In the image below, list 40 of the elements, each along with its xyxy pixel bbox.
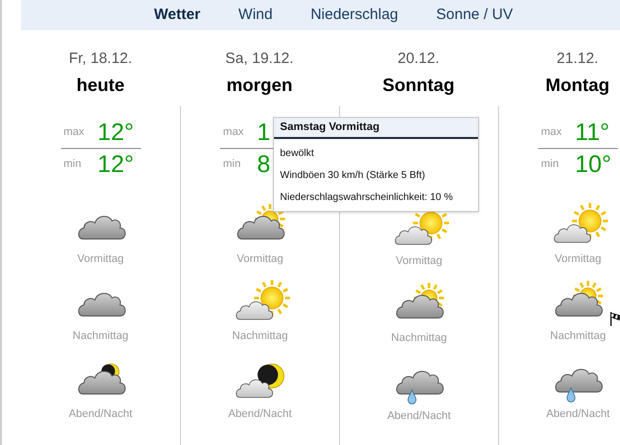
period-label: Abend/Nacht — [387, 408, 451, 424]
nav-tab[interactable]: Wetter — [154, 4, 200, 26]
period-label: Vormittag — [396, 254, 442, 268]
day-name: morgen — [226, 74, 292, 97]
max-label: max — [64, 125, 86, 140]
period-label: Abend/Nacht — [228, 406, 292, 422]
nav-tab[interactable]: Wind — [238, 4, 273, 26]
period-label: Nachmittag — [550, 329, 606, 344]
day-date: 21.12. — [556, 49, 598, 69]
day-date: 20.12. — [398, 49, 440, 69]
tooltip-title: Samstag Vormittag — [274, 118, 478, 138]
period-label: Nachmittag — [72, 329, 128, 344]
period-label: Abend/Nacht — [68, 406, 132, 422]
day-date: Sa, 19.12. — [225, 49, 294, 69]
tooltip-text: Niederschlagswahrscheinlichkeit: 10 % — [279, 190, 454, 204]
max-temperature: 11° — [575, 120, 610, 146]
nav-tab[interactable]: Sonne / UV — [436, 4, 513, 26]
nav-tab[interactable]: Niederschlag — [310, 4, 398, 26]
min-label: min — [223, 157, 242, 172]
day-name: heute — [76, 74, 124, 96]
min-temperature: 10° — [575, 152, 612, 178]
max-label: max — [541, 125, 563, 140]
period-label: Vormittag — [77, 252, 124, 266]
min-temperature: 12° — [98, 152, 134, 178]
period-label: Vormittag — [554, 252, 602, 266]
tooltip-text: bewölkt — [279, 146, 315, 160]
max-temperature: 1 — [257, 120, 270, 146]
min-label: min — [64, 157, 82, 172]
day-date: Fr, 18.12. — [68, 49, 132, 69]
day-name: Sonntag — [382, 74, 454, 97]
day-name: Montag — [546, 74, 610, 97]
period-label: Nachmittag — [232, 329, 288, 344]
period-label: Vormittag — [236, 252, 284, 266]
min-temperature: 8 — [257, 152, 270, 178]
min-label: min — [541, 157, 560, 172]
max-temperature: 12° — [98, 120, 134, 146]
max-label: max — [223, 125, 245, 140]
tooltip-text: Windböen 30 km/h (Stärke 5 Bft) — [279, 168, 426, 182]
period-label: Nachmittag — [391, 331, 447, 346]
period-label: Abend/Nacht — [546, 406, 610, 422]
